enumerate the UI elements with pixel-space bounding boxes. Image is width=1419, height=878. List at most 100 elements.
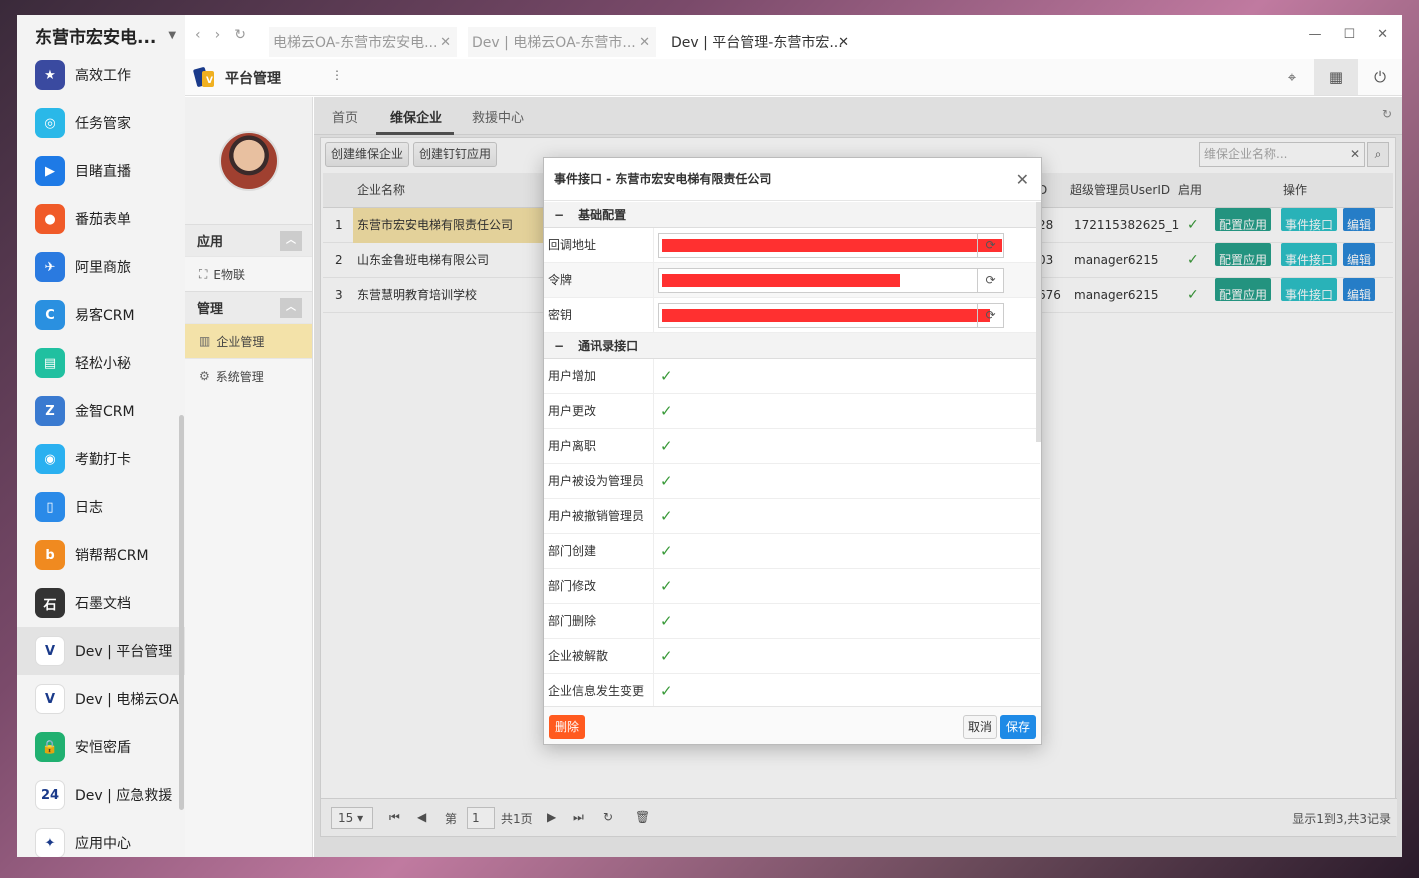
platform-logo-icon: V xyxy=(35,636,65,666)
generate-icon[interactable]: ⟳ xyxy=(977,234,1003,257)
save-button[interactable]: 保存 xyxy=(1000,715,1036,739)
dock-app[interactable]: b 销帮帮CRM xyxy=(17,531,185,579)
star-badge-icon: ★ xyxy=(35,60,65,90)
check-icon[interactable]: ✓ xyxy=(660,542,673,560)
dock-app[interactable]: C 易客CRM xyxy=(17,291,185,339)
field-callback-url: 回调地址 ⟳ xyxy=(544,228,1040,263)
dialog-scrollbar[interactable] xyxy=(1036,202,1041,442)
lock-icon: 🔒 xyxy=(35,732,65,762)
app-title: 平台管理 xyxy=(225,71,281,87)
dock-app[interactable]: ✈ 阿里商旅 xyxy=(17,243,185,291)
caret-down-icon: ▼ xyxy=(168,29,177,41)
check-icon[interactable]: ✓ xyxy=(660,612,673,630)
sidebar-item-label: E物联 xyxy=(213,267,245,282)
dock-app[interactable]: 石石墨文档 xyxy=(17,579,185,627)
collapse-minus-icon[interactable]: − xyxy=(554,339,564,353)
dock-app[interactable]: 24 Dev | 应急救援 xyxy=(17,771,185,819)
check-icon[interactable]: ✓ xyxy=(660,367,673,385)
power-icon[interactable]: ⏻ xyxy=(1358,59,1402,95)
sidebar-item-label: 系统管理 xyxy=(215,369,264,384)
app-window: ★ 高效工作 ◎ 任务管家 ▶ 目睹直播 ● 番茄表单 ✈ 阿里商旅 C 易客CRM ▤ 轻松小秘 Z 金智C… xyxy=(17,15,1402,857)
field-label: 回调地址 xyxy=(544,228,654,262)
check-icon[interactable]: ✓ xyxy=(660,647,673,665)
cancel-button[interactable]: 取消 xyxy=(963,715,997,739)
close-icon[interactable]: ✕ xyxy=(440,35,451,50)
close-icon[interactable]: ✕ xyxy=(838,35,849,50)
dock-app-label: Dev | 电梯云OA xyxy=(75,692,179,708)
token-input[interactable]: ⟳ xyxy=(658,268,1004,293)
generate-icon[interactable]: ⟳ xyxy=(977,269,1003,292)
grid-icon[interactable]: ▦ xyxy=(1314,59,1358,95)
section-contacts[interactable]: − 通讯录接口 xyxy=(544,333,1040,359)
check-icon[interactable]: ✓ xyxy=(660,507,673,525)
org-switcher[interactable]: 东营市宏安电... ▼ xyxy=(17,15,185,55)
check-icon[interactable]: ✓ xyxy=(660,682,673,700)
delete-button[interactable]: 删除 xyxy=(549,715,585,739)
dock-app-label: 轻松小秘 xyxy=(75,356,131,372)
dock-app[interactable]: ◉ 考勤打卡 xyxy=(17,435,185,483)
dock-app[interactable]: ★ 高效工作 xyxy=(17,51,185,99)
browser-tab-1[interactable]: 电梯云OA-东营市宏安电... ✕ xyxy=(269,27,457,57)
event-row: 用户增加 ✓ xyxy=(544,359,1040,394)
dock-app[interactable]: ● 番茄表单 xyxy=(17,195,185,243)
check-icon[interactable]: ✓ xyxy=(660,577,673,595)
generate-icon[interactable]: ⟳ xyxy=(977,304,1003,327)
section-label: 基础配置 xyxy=(578,208,627,222)
shimo-icon: 石 xyxy=(35,588,65,618)
crm-icon: C xyxy=(35,300,65,330)
collapse-icon[interactable]: ︿ xyxy=(280,231,302,251)
dock-app[interactable]: ▤ 轻松小秘 xyxy=(17,339,185,387)
check-icon[interactable]: ✓ xyxy=(660,437,673,455)
browser-tab-2[interactable]: Dev | 电梯云OA-东营市... ✕ xyxy=(468,27,656,57)
sidebar-item-e-iot[interactable]: ⛶ E物联 xyxy=(185,256,312,291)
dock-app[interactable]: ✦ 应用中心 xyxy=(17,819,185,857)
dock-app[interactable]: 🔒 安恒密盾 xyxy=(17,723,185,771)
dock-app[interactable]: ▯ 日志 xyxy=(17,483,185,531)
sidebar-item-system[interactable]: ⚙ 系统管理 xyxy=(185,358,312,393)
secret-input[interactable]: ⟳ xyxy=(658,303,1004,328)
browser-tab-3[interactable]: Dev | 平台管理-东营市宏... ✕ xyxy=(667,27,855,57)
close-icon[interactable]: ✕ xyxy=(639,35,650,50)
dock-app[interactable]: ▶ 目睹直播 xyxy=(17,147,185,195)
check-icon[interactable]: ✓ xyxy=(660,472,673,490)
back-icon[interactable]: ‹ xyxy=(195,27,201,43)
xbb-icon: b xyxy=(35,540,65,570)
sidebar-item-company[interactable]: ▥ 企业管理 xyxy=(185,323,312,358)
dock-app-label: 高效工作 xyxy=(75,68,131,84)
top-bar: ‹ › ↻ 电梯云OA-东营市宏安电... ✕ Dev | 电梯云OA-东营市.… xyxy=(185,15,1402,96)
dock-app[interactable]: V Dev | 平台管理 xyxy=(17,627,185,675)
sidebar-group-apps[interactable]: 应用 ︿ xyxy=(185,224,312,256)
check-icon[interactable]: ✓ xyxy=(660,402,673,420)
dock-scrollbar[interactable] xyxy=(179,415,184,810)
field-label: 密钥 xyxy=(544,298,654,332)
rescue-24-icon: 24 xyxy=(35,780,65,810)
avatar[interactable] xyxy=(218,130,279,191)
maximize-icon[interactable]: ☐ xyxy=(1343,27,1355,42)
event-row: 用户更改 ✓ xyxy=(544,394,1040,429)
collapse-minus-icon[interactable]: − xyxy=(554,208,564,222)
gears-icon: ⚙ xyxy=(199,369,210,383)
event-row: 用户被撤销管理员 ✓ xyxy=(544,499,1040,534)
map-icon[interactable]: ⌖ xyxy=(1270,59,1314,95)
callback-url-input[interactable]: ⟳ xyxy=(658,233,1004,258)
forward-icon[interactable]: › xyxy=(215,27,221,43)
reload-icon[interactable]: ↻ xyxy=(234,27,246,43)
tab-label: Dev | 平台管理-东营市宏... xyxy=(671,35,843,51)
section-basic[interactable]: − 基础配置 xyxy=(544,202,1040,228)
collapse-icon[interactable]: ︿ xyxy=(280,298,302,318)
dock-app-label: 销帮帮CRM xyxy=(75,548,149,564)
app-list: ★ 高效工作 ◎ 任务管家 ▶ 目睹直播 ● 番茄表单 ✈ 阿里商旅 C 易客CRM ▤ 轻松小秘 Z 金智C… xyxy=(17,51,185,857)
close-icon[interactable]: ✕ xyxy=(1016,158,1029,201)
minimize-icon[interactable]: — xyxy=(1308,27,1321,42)
event-label: 用户被设为管理员 xyxy=(544,464,654,498)
dock-app[interactable]: V Dev | 电梯云OA xyxy=(17,675,185,723)
more-icon[interactable]: ⋮ xyxy=(331,68,343,82)
dock-app[interactable]: ◎ 任务管家 xyxy=(17,99,185,147)
sidebar-group-manage[interactable]: 管理 ︿ xyxy=(185,291,312,323)
org-name: 东营市宏安电... xyxy=(35,27,157,48)
dock-app-label: 安恒密盾 xyxy=(75,740,131,756)
app-center-icon: ✦ xyxy=(35,828,65,857)
dock-app[interactable]: Z 金智CRM xyxy=(17,387,185,435)
play-icon: ▶ xyxy=(35,156,65,186)
window-close-icon[interactable]: ✕ xyxy=(1377,27,1388,42)
